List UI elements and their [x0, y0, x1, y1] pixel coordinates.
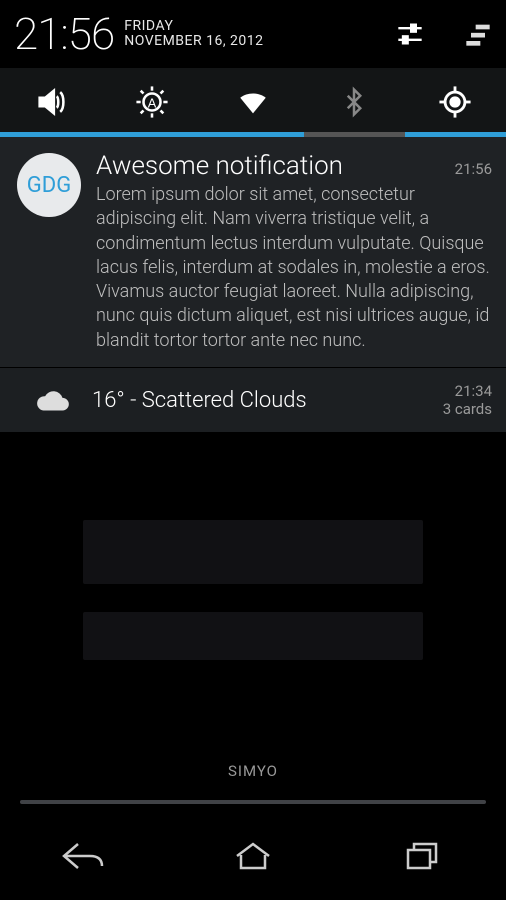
notification-title: Awesome notification [96, 151, 343, 181]
notification-item[interactable]: GDG Awesome notification 21:56 Lorem ips… [0, 137, 506, 368]
notification-title-row: Awesome notification 21:56 [96, 151, 492, 181]
notification-icon-wrap [14, 386, 92, 414]
sound-toggle[interactable] [31, 82, 71, 122]
weekday: FRIDAY [124, 19, 263, 34]
notification-time: 21:56 [455, 160, 492, 178]
brightness-toggle[interactable]: A [132, 82, 172, 122]
status-header: 21:56 FRIDAY NOVEMBER 16, 2012 [0, 0, 506, 68]
background-button [83, 612, 423, 660]
nav-bar [0, 812, 506, 900]
back-button[interactable] [54, 832, 114, 880]
indicator [202, 132, 303, 137]
notification-text: Lorem ipsum dolor sit amet, consectetur … [96, 183, 492, 353]
indicator [405, 132, 506, 137]
header-actions [396, 20, 492, 48]
avatar: GDG [17, 153, 81, 217]
wifi-toggle[interactable] [233, 82, 273, 122]
clear-all-icon[interactable] [464, 20, 492, 48]
notification-body: Awesome notification 21:56 Lorem ipsum d… [88, 151, 492, 353]
svg-text:A: A [148, 96, 157, 111]
bluetooth-toggle[interactable] [334, 82, 374, 122]
indicator [0, 132, 101, 137]
gps-toggle[interactable] [435, 82, 475, 122]
notification-time: 21:34 [443, 382, 492, 400]
date-block: FRIDAY NOVEMBER 16, 2012 [124, 19, 263, 50]
carrier-label: SIMYO [0, 762, 506, 780]
indicator [304, 132, 405, 137]
notification-item[interactable]: 16° - Scattered Clouds 21:34 3 cards [0, 368, 506, 433]
recent-apps-button[interactable] [392, 832, 452, 880]
notification-title: 16° - Scattered Clouds [92, 388, 307, 413]
notification-meta: 21:34 3 cards [443, 382, 492, 418]
date: NOVEMBER 16, 2012 [124, 34, 263, 49]
clock: 21:56 [14, 8, 114, 60]
toggle-indicators [0, 132, 506, 137]
notification-avatar-wrap: GDG [10, 151, 88, 353]
quick-toggles: A [0, 68, 506, 132]
notification-subtext: 3 cards [443, 400, 492, 418]
cloud-icon [34, 388, 72, 414]
home-button[interactable] [223, 832, 283, 880]
settings-sliders-icon[interactable] [396, 20, 424, 48]
indicator [101, 132, 202, 137]
background-button [83, 520, 423, 584]
background-app [0, 480, 506, 800]
shade-handle[interactable] [20, 800, 486, 804]
